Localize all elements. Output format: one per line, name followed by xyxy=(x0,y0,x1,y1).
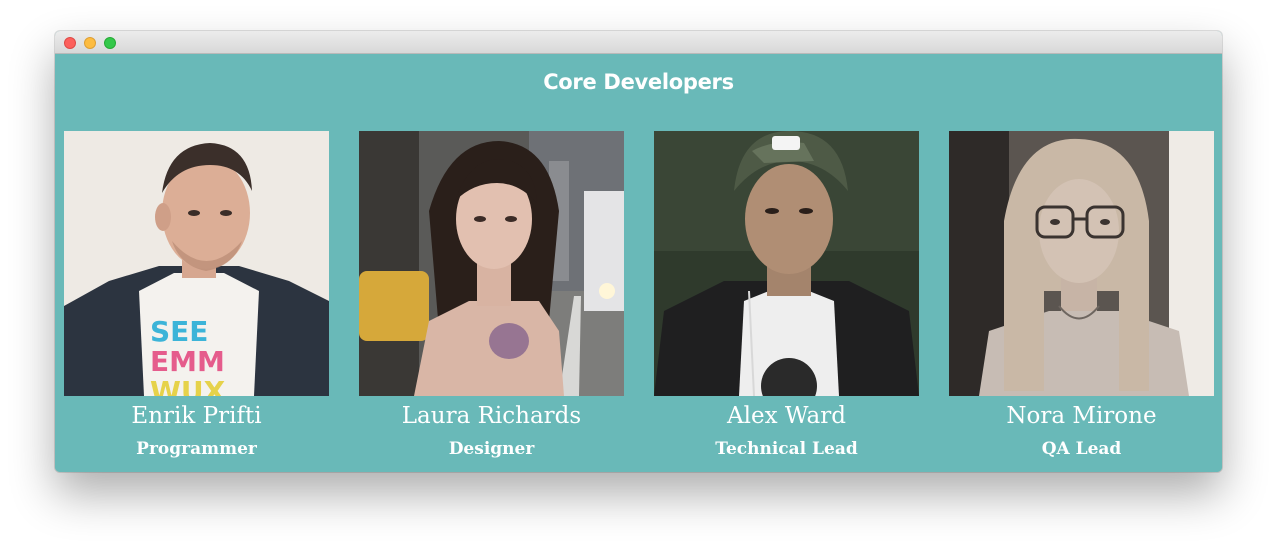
window-titlebar xyxy=(55,31,1222,54)
member-photo-laura xyxy=(359,131,624,396)
member-name: Laura Richards xyxy=(401,403,582,429)
member-name: Enrik Prifti xyxy=(131,403,262,429)
member-role: Programmer xyxy=(136,439,257,459)
member-photo-nora xyxy=(949,131,1214,396)
maximize-window-button[interactable] xyxy=(104,37,116,49)
team-member-card: Laura Richards Designer xyxy=(359,131,624,471)
app-window: Core Developers SEE EMM WUX Enrik Prifti… xyxy=(55,31,1222,472)
team-member-card: SEE EMM WUX Enrik Prifti Programmer xyxy=(64,131,329,471)
svg-text:WUX: WUX xyxy=(150,375,226,396)
member-photo-enrik: SEE EMM WUX xyxy=(64,131,329,396)
portrait-photo-icon xyxy=(949,131,1214,396)
close-window-button[interactable] xyxy=(64,37,76,49)
team-member-card: Alex Ward Technical Lead xyxy=(654,131,919,471)
member-name: Nora Mirone xyxy=(1006,403,1157,429)
portrait-photo-icon xyxy=(654,131,919,396)
member-role: QA Lead xyxy=(1041,439,1122,459)
svg-text:EMM: EMM xyxy=(150,345,225,378)
team-member-card: Nora Mirone QA Lead xyxy=(949,131,1214,471)
member-photo-alex xyxy=(654,131,919,396)
portrait-photo-icon: SEE EMM WUX xyxy=(64,131,329,396)
team-section: Core Developers SEE EMM WUX Enrik Prifti… xyxy=(55,54,1222,472)
member-name: Alex Ward xyxy=(727,403,846,429)
member-role: Technical Lead xyxy=(715,439,858,459)
minimize-window-button[interactable] xyxy=(84,37,96,49)
member-role: Designer xyxy=(448,439,535,459)
portrait-photo-icon xyxy=(359,131,624,396)
svg-text:SEE: SEE xyxy=(150,315,208,348)
section-title: Core Developers xyxy=(543,70,734,94)
